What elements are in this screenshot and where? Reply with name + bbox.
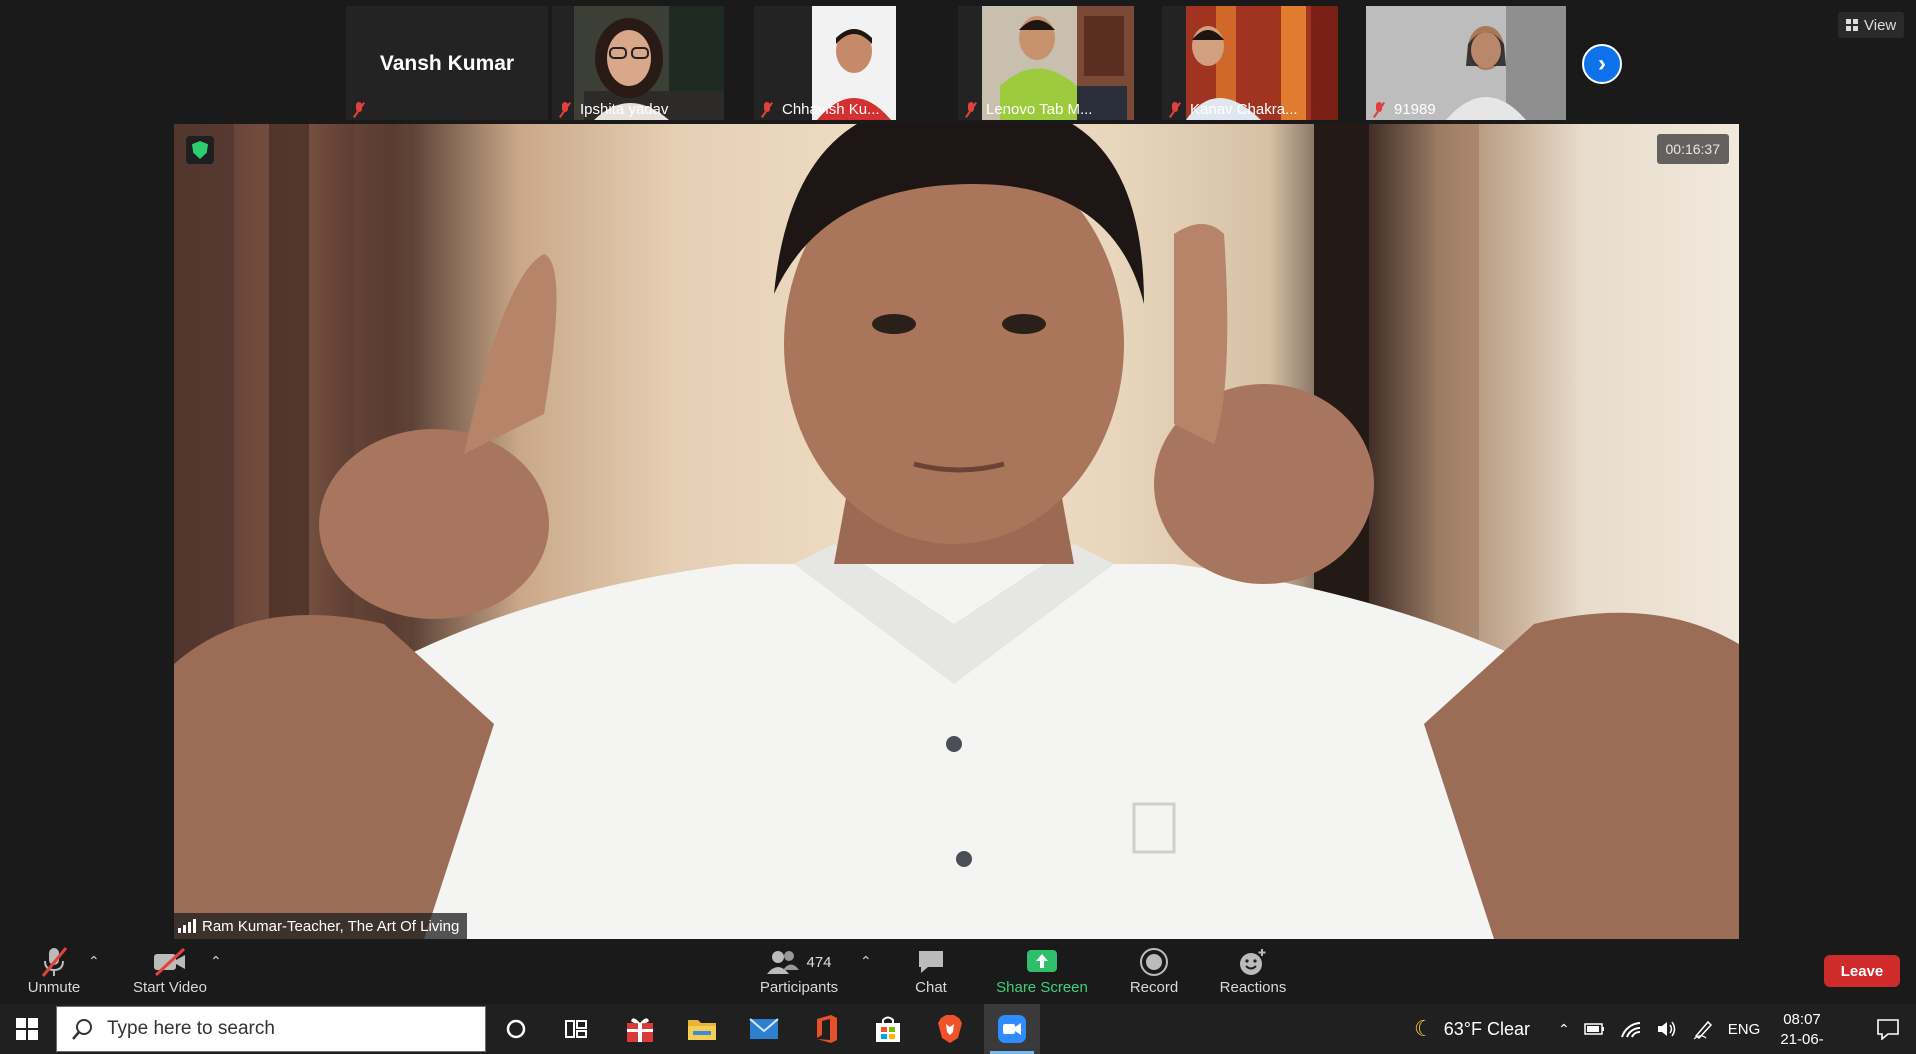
task-view-icon <box>565 1020 587 1038</box>
notification-icon <box>1877 1019 1899 1040</box>
participants-options-caret[interactable]: ⌃ <box>860 953 872 970</box>
mic-muted-icon <box>964 101 978 118</box>
windows-logo-icon <box>16 1018 38 1040</box>
chat-label: Chat <box>915 979 947 996</box>
view-button[interactable]: View <box>1838 12 1905 38</box>
signal-strength-icon <box>178 919 196 933</box>
mic-muted-icon <box>39 945 69 979</box>
mic-muted-icon <box>558 101 572 118</box>
participant-tile[interactable]: Chhavish Ku... <box>754 6 896 120</box>
speaker-name-label: Ram Kumar-Teacher, The Art Of Living <box>174 913 468 939</box>
start-video-label: Start Video <box>133 979 207 996</box>
gift-app-icon <box>627 1018 653 1042</box>
office-button[interactable] <box>798 1004 854 1054</box>
zoom-button[interactable] <box>984 1004 1040 1054</box>
participants-button[interactable]: 474 Participants <box>756 945 842 996</box>
share-screen-button[interactable]: Share Screen <box>994 945 1090 996</box>
cortana-button[interactable] <box>488 1004 544 1054</box>
shield-check-icon <box>192 141 208 159</box>
zoom-icon <box>998 1015 1026 1043</box>
participant-tile[interactable]: Vansh Kumar <box>346 6 548 120</box>
unmute-label: Unmute <box>27 979 81 996</box>
notifications-button[interactable] <box>1860 1004 1916 1054</box>
chat-icon <box>916 945 946 979</box>
participant-tile[interactable]: Ipshita yadav <box>552 6 724 120</box>
reactions-label: Reactions <box>1219 979 1287 996</box>
participant-name: Lenovo Tab M... <box>986 101 1093 118</box>
record-icon <box>1139 945 1169 979</box>
participant-name-display: Vansh Kumar <box>379 52 515 75</box>
mail-icon <box>749 1018 779 1039</box>
grid-view-icon <box>1846 19 1858 31</box>
chevron-right-icon: › <box>1598 50 1606 77</box>
mic-muted-icon <box>1372 101 1386 118</box>
mic-muted-icon <box>760 101 774 118</box>
language-indicator[interactable]: ENG <box>1728 1021 1761 1038</box>
file-explorer-button[interactable] <box>674 1004 730 1054</box>
system-tray: ⌃ ENG <box>1558 1004 1760 1054</box>
file-explorer-icon <box>688 1020 716 1040</box>
participant-name: 91989 <box>1394 101 1436 118</box>
cortana-icon <box>506 1019 526 1039</box>
participant-name: Chhavish Ku... <box>782 101 880 118</box>
taskbar-clock[interactable]: 08:07 21-06-2021 <box>1764 1010 1840 1054</box>
audio-options-caret[interactable]: ⌃ <box>88 953 100 970</box>
reactions-icon <box>1237 945 1269 979</box>
mic-muted-icon <box>352 102 366 118</box>
participant-name: Kanav Chakra... <box>1190 101 1298 118</box>
brave-button[interactable] <box>922 1004 978 1054</box>
pen-icon[interactable] <box>1692 1018 1714 1040</box>
search-icon <box>72 1019 92 1040</box>
meeting-timer: 00:16:37 <box>1656 134 1729 164</box>
record-label: Record <box>1129 979 1179 996</box>
video-off-icon <box>151 945 189 979</box>
participants-label: Participants <box>759 979 839 996</box>
participant-tile[interactable]: Lenovo Tab M... <box>958 6 1134 120</box>
taskbar-search-input[interactable]: Type here to search <box>56 1006 486 1052</box>
brave-icon <box>938 1015 962 1043</box>
battery-icon[interactable] <box>1583 1022 1606 1036</box>
unmute-button[interactable]: Unmute <box>26 945 82 996</box>
volume-icon[interactable] <box>1656 1019 1678 1039</box>
participant-tile[interactable]: 91989 <box>1366 6 1566 120</box>
leave-button[interactable]: Leave <box>1824 955 1900 987</box>
clock-date: 21-06-2021 <box>1780 1031 1824 1054</box>
speaker-name: Ram Kumar-Teacher, The Art Of Living <box>202 917 460 935</box>
participant-name: Ipshita yadav <box>580 101 669 118</box>
share-screen-label: Share Screen <box>996 979 1088 996</box>
store-button[interactable] <box>860 1004 916 1054</box>
participants-icon <box>767 951 800 974</box>
gift-app-button[interactable] <box>612 1004 668 1054</box>
chat-button[interactable]: Chat <box>906 945 956 996</box>
participant-tile[interactable]: Kanav Chakra... <box>1162 6 1338 120</box>
search-placeholder: Type here to search <box>107 1018 275 1039</box>
weather-text: 63°F Clear <box>1443 1018 1530 1039</box>
chevron-up-icon[interactable]: ⌃ <box>1558 1021 1570 1038</box>
mic-muted-icon <box>1168 101 1182 118</box>
video-options-caret[interactable]: ⌃ <box>210 953 222 970</box>
start-video-button[interactable]: Start Video <box>128 945 212 996</box>
clock-time: 08:07 <box>1783 1011 1821 1028</box>
share-screen-icon <box>1026 945 1058 979</box>
office-icon <box>817 1015 837 1043</box>
task-view-button[interactable] <box>548 1004 604 1054</box>
active-speaker-video: 00:16:37 Ram Kumar-Teacher, The Art Of L… <box>174 124 1739 939</box>
next-page-button[interactable]: › <box>1582 44 1622 84</box>
view-label: View <box>1864 16 1897 34</box>
wifi-icon[interactable] <box>1620 1019 1642 1039</box>
security-shield[interactable] <box>186 136 214 164</box>
participant-strip: Vansh Kumar Ipshita yadav Chhavish Ku... <box>0 0 1916 124</box>
record-button[interactable]: Record <box>1128 945 1180 996</box>
moon-icon: ☾ <box>1414 1016 1434 1041</box>
meeting-toolbar: Unmute ⌃ Start Video ⌃ 474 Participants … <box>0 939 1916 1004</box>
store-icon <box>876 1016 900 1042</box>
reactions-button[interactable]: Reactions <box>1218 945 1288 996</box>
participants-count: 474 <box>806 953 832 971</box>
start-button[interactable] <box>0 1004 54 1054</box>
weather-widget[interactable]: ☾ 63°F Clear <box>1414 1004 1530 1054</box>
speaker-video-frame <box>174 124 1739 939</box>
mail-button[interactable] <box>736 1004 792 1054</box>
windows-taskbar: Type here to search ☾ 63°F Clear ⌃ ENG 0… <box>0 1004 1916 1054</box>
